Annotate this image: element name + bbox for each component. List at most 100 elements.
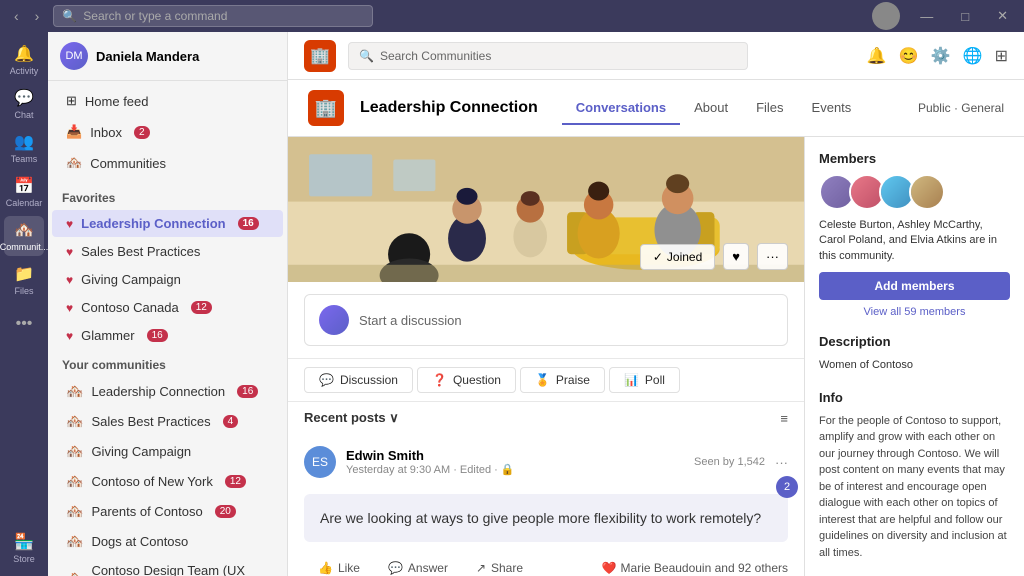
post-create-input[interactable]: Start a discussion	[304, 294, 788, 346]
fav-label: Glammer	[81, 328, 134, 343]
titlebar-left: ‹ › 🔍 Search or type a command	[8, 5, 373, 27]
joined-label: Joined	[667, 250, 702, 264]
titlebar: ‹ › 🔍 Search or type a command — □ ✕	[0, 0, 1024, 32]
teams-icon: 👥	[14, 132, 34, 152]
comm-item-dac[interactable]: 🏘️ Dogs at Contoso	[52, 527, 283, 556]
main-search-bar[interactable]: 🔍 Search Communities	[348, 42, 748, 70]
tab-about[interactable]: About	[680, 92, 742, 125]
fav-item-glammer[interactable]: ♥ Glammer 16	[52, 322, 283, 349]
like-button[interactable]: 👍 Like	[304, 556, 374, 576]
comm-item-cny[interactable]: 🏘️ Contoso of New York 12	[52, 467, 283, 496]
community-name: Leadership Connection	[360, 99, 538, 117]
minimize-button[interactable]: —	[912, 7, 941, 26]
info-title: Info	[819, 390, 1010, 405]
store-icon: 🏪	[14, 532, 34, 552]
fav-item-contoso-canada[interactable]: ♥ Contoso Canada 12	[52, 294, 283, 321]
answer-button[interactable]: 💬 Answer	[374, 556, 462, 576]
nav-forward-button[interactable]: ›	[29, 6, 46, 26]
fav-item-giving[interactable]: ♥ Giving Campaign	[52, 266, 283, 293]
store-label: Store	[13, 554, 35, 564]
main-topbar: 🏢 🔍 Search Communities 🔔 😊 ⚙️ 🌐 ⊞	[288, 32, 1024, 80]
view-all-members-link[interactable]: View all 59 members	[819, 306, 1010, 318]
tab-events[interactable]: Events	[798, 92, 866, 125]
heart-button[interactable]: ♥	[723, 243, 749, 270]
search-icon: 🔍	[62, 9, 77, 23]
comm-item-cdt[interactable]: 🏘️ Contoso Design Team (UX Desi...	[52, 557, 283, 576]
calendar-label: Calendar	[6, 198, 43, 208]
sidebar-item-teams[interactable]: 👥 Teams	[4, 128, 44, 168]
sidebar-username: Daniela Mandera	[96, 49, 199, 64]
fav-badge-canada: 12	[191, 301, 212, 314]
recent-posts-label[interactable]: Recent posts ∨	[304, 410, 399, 426]
comm-badge: 20	[215, 505, 236, 518]
description-title: Description	[819, 334, 1010, 349]
sidebar-item-inbox[interactable]: 📥 Inbox 2	[52, 117, 283, 147]
emoji-icon[interactable]: 😊	[899, 46, 919, 66]
titlebar-search[interactable]: 🔍 Search or type a command	[53, 5, 373, 27]
post-reactions-summary: ❤️ Marie Beaudouin and 92 others	[602, 561, 788, 575]
settings-icon[interactable]: ⚙️	[931, 46, 951, 66]
member-avatars	[819, 174, 1010, 210]
description-section: Description Women of Contoso	[819, 334, 1010, 374]
joined-button[interactable]: ✓ Joined	[640, 244, 715, 270]
sidebar-item-files[interactable]: 📁 Files	[4, 260, 44, 300]
bell-icon[interactable]: 🔔	[867, 46, 887, 66]
close-button[interactable]: ✕	[989, 6, 1016, 26]
tab-conversations[interactable]: Conversations	[562, 92, 680, 125]
sidebar-item-store[interactable]: 🏪 Store	[4, 528, 44, 568]
comm-icon: 🏘️	[66, 443, 83, 460]
question-button[interactable]: ❓ Question	[417, 367, 516, 393]
heart-icon: ♥	[66, 245, 73, 259]
communities-label: Communit...	[0, 242, 48, 252]
right-panel: Members	[804, 137, 1024, 576]
topbar-icons: 🔔 😊 ⚙️ 🌐 ⊞	[867, 46, 1008, 66]
user-avatar[interactable]	[872, 2, 900, 30]
sidebar-user-avatar[interactable]: DM	[60, 42, 88, 70]
post-more-button[interactable]: ···	[775, 455, 788, 470]
post-meta: Yesterday at 9:30 AM · Edited · 🔒	[346, 463, 684, 476]
communities-menu-icon: 🏘️	[66, 155, 82, 171]
post-create-area: Start a discussion	[288, 282, 804, 359]
community-visibility: Public · General	[918, 101, 1004, 115]
sidebar-item-home-feed[interactable]: ⊞ Home feed	[52, 86, 283, 116]
more-button[interactable]: ···	[757, 243, 788, 270]
sidebar-item-activity[interactable]: 🔔 Activity	[4, 40, 44, 80]
share-button[interactable]: ↗ Share	[462, 556, 537, 576]
grid-icon[interactable]: ⊞	[995, 46, 1008, 66]
feed-area: ✓ Joined ♥ ··· Sta	[288, 137, 804, 576]
home-feed-icon: ⊞	[66, 93, 77, 109]
comm-label: Dogs at Contoso	[91, 534, 188, 549]
comm-item-lc[interactable]: 🏘️ Leadership Connection 16	[52, 377, 283, 406]
comm-label: Parents of Contoso	[91, 504, 202, 519]
maximize-button[interactable]: □	[953, 7, 977, 26]
post-content: Are we looking at ways to give people mo…	[304, 494, 788, 542]
comm-item-sbp[interactable]: 🏘️ Sales Best Practices 4	[52, 407, 283, 436]
content-area: ✓ Joined ♥ ··· Sta	[288, 137, 1024, 576]
tab-files[interactable]: Files	[742, 92, 797, 125]
sidebar-item-chat[interactable]: 💬 Chat	[4, 84, 44, 124]
discussion-button[interactable]: 💬 Discussion	[304, 367, 413, 393]
files-label: Files	[14, 286, 33, 296]
comm-badge: 16	[237, 385, 258, 398]
member-avatar-4	[909, 174, 945, 210]
nav-back-button[interactable]: ‹	[8, 6, 25, 26]
sidebar-item-more[interactable]: •••	[4, 304, 44, 344]
poll-button[interactable]: 📊 Poll	[609, 367, 680, 393]
comm-item-gc[interactable]: 🏘️ Giving Campaign	[52, 437, 283, 466]
sidebar-item-communities-menu[interactable]: 🏘️ Communities	[52, 148, 283, 178]
inbox-badge: 2	[134, 126, 150, 139]
chat-icon: 💬	[14, 88, 34, 108]
praise-button[interactable]: 🏅 Praise	[520, 367, 605, 393]
reaction-count-bubble: 2	[776, 476, 798, 498]
comm-item-poc[interactable]: 🏘️ Parents of Contoso 20	[52, 497, 283, 526]
sidebar-item-communities[interactable]: 🏘️ Communit...	[4, 216, 44, 256]
filter-icon[interactable]: ≡	[780, 411, 788, 426]
poll-label: Poll	[645, 373, 665, 387]
globe-icon[interactable]: 🌐	[963, 46, 983, 66]
comm-icon: 🏘️	[66, 503, 83, 520]
sidebar-item-calendar[interactable]: 📅 Calendar	[4, 172, 44, 212]
fav-item-sales[interactable]: ♥ Sales Best Practices	[52, 238, 283, 265]
like-icon: 👍	[318, 561, 333, 575]
add-members-button[interactable]: Add members	[819, 272, 1010, 300]
fav-item-leadership[interactable]: ♥ Leadership Connection 16	[52, 210, 283, 237]
